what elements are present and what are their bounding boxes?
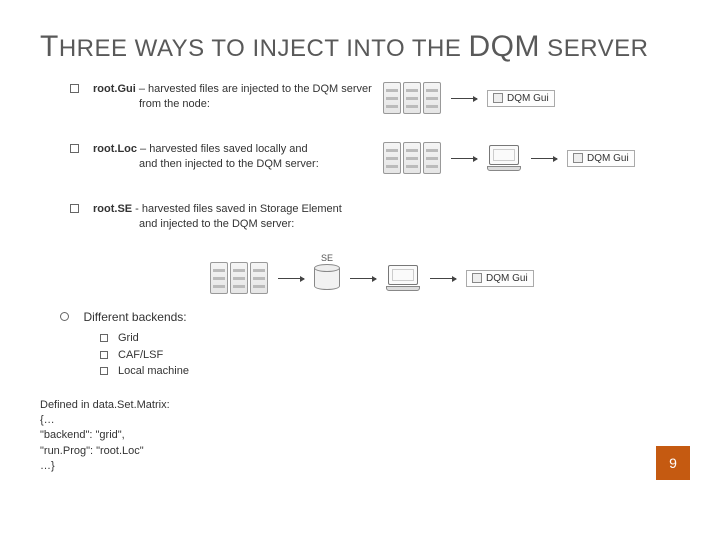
- dqm-label: DQM Gui: [507, 93, 549, 104]
- backends-list: Grid CAF/LSF Local machine: [100, 330, 680, 380]
- cube-icon: [472, 273, 482, 283]
- title-part-2: SERVER: [540, 35, 648, 62]
- method-item: root.Loc – harvested files saved locally…: [70, 142, 680, 190]
- methods-list: root.Gui – harvested files are injected …: [70, 82, 680, 294]
- dqm-gui-box: DQM Gui: [567, 150, 635, 167]
- code-line: Defined in data.Set.Matrix:: [40, 398, 680, 413]
- diagram-rootloc: DQM Gui: [383, 142, 680, 174]
- server-cluster-icon: [210, 262, 268, 294]
- diagram-rootgui: DQM Gui: [383, 82, 680, 114]
- arrow-icon: [451, 158, 477, 159]
- dqm-label: DQM Gui: [587, 153, 629, 164]
- list-item: Local machine: [100, 363, 680, 380]
- method-name: root.SE: [93, 203, 132, 215]
- title-part-1: HREE WAYS TO INJECT INTO THE: [59, 35, 462, 62]
- dqm-label: DQM Gui: [486, 273, 528, 284]
- backend-name: CAF/LSF: [118, 349, 163, 361]
- list-item: CAF/LSF: [100, 347, 680, 364]
- circle-bullet-icon: [60, 312, 69, 321]
- square-bullet-icon: [70, 204, 79, 213]
- se-label: SE: [321, 253, 333, 263]
- diagram-rootse: SE DQM Gui: [210, 262, 680, 294]
- code-line: {…: [40, 413, 680, 428]
- config-snippet: Defined in data.Set.Matrix: {… "backend"…: [40, 398, 680, 475]
- arrow-icon: [430, 278, 456, 279]
- slide-title: THREE WAYS TO INJECT INTO THE DQM SERVER: [40, 30, 680, 64]
- storage-cylinder-icon: [314, 264, 340, 292]
- arrow-icon: [531, 158, 557, 159]
- cube-icon: [493, 93, 503, 103]
- method-item: root.SE - harvested files saved in Stora…: [70, 202, 680, 250]
- square-bullet-icon: [70, 144, 79, 153]
- square-bullet-icon: [100, 351, 108, 359]
- dqm-gui-box: DQM Gui: [487, 90, 555, 107]
- method-name: root.Loc: [93, 143, 137, 155]
- page-number: 9: [656, 446, 690, 480]
- square-bullet-icon: [100, 367, 108, 375]
- square-bullet-icon: [100, 334, 108, 342]
- server-cluster-icon: [383, 82, 441, 114]
- backend-name: Local machine: [118, 365, 189, 377]
- arrow-icon: [350, 278, 376, 279]
- backend-name: Grid: [118, 332, 139, 344]
- laptop-icon: [386, 265, 420, 291]
- square-bullet-icon: [70, 84, 79, 93]
- backends-section: Different backends: Grid CAF/LSF Local m…: [60, 308, 680, 380]
- arrow-icon: [451, 98, 477, 99]
- code-line: …}: [40, 459, 680, 474]
- list-item: Grid: [100, 330, 680, 347]
- title-cap-2: DQM: [469, 30, 541, 63]
- method-desc-1: - harvested files saved in Storage Eleme…: [132, 203, 342, 215]
- title-cap-1: T: [40, 30, 59, 63]
- method-desc-1: – harvested files saved locally and: [137, 143, 308, 155]
- laptop-icon: [487, 145, 521, 171]
- dqm-gui-box: DQM Gui: [466, 270, 534, 287]
- server-cluster-icon: [383, 142, 441, 174]
- method-name: root.Gui: [93, 83, 136, 95]
- method-text: root.Gui – harvested files are injected …: [93, 82, 373, 112]
- method-desc-1: – harvested files are injected to the DQ…: [136, 83, 372, 95]
- method-desc-2: and then injected to the DQM server:: [139, 157, 319, 172]
- method-desc-2: from the node:: [139, 97, 210, 112]
- method-text: root.Loc – harvested files saved locally…: [93, 142, 373, 172]
- method-item: root.Gui – harvested files are injected …: [70, 82, 680, 130]
- code-line: "run.Prog": "root.Loc": [40, 444, 680, 459]
- backends-heading: Different backends:: [83, 310, 186, 324]
- method-text: root.SE - harvested files saved in Stora…: [93, 202, 373, 232]
- cube-icon: [573, 153, 583, 163]
- method-desc-2: and injected to the DQM server:: [139, 217, 294, 232]
- code-line: "backend": "grid",: [40, 428, 680, 443]
- arrow-icon: [278, 278, 304, 279]
